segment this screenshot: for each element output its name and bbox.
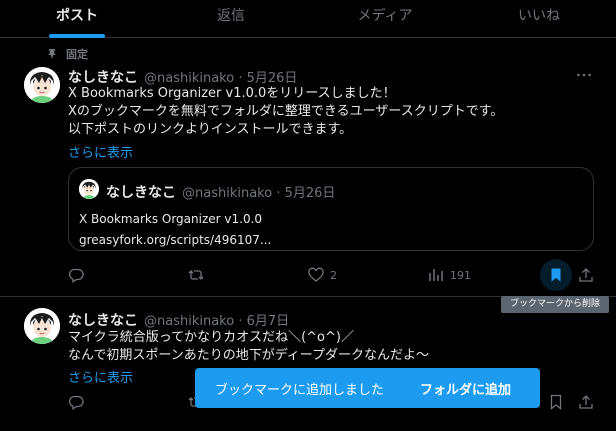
- tab-replies[interactable]: 返信: [154, 0, 308, 37]
- bookmark-toast: ブックマークに追加しました フォルダに追加: [195, 368, 540, 408]
- bookmark-icon: [550, 394, 562, 410]
- active-tab-indicator: [49, 34, 105, 38]
- post-text-line: X Bookmarks Organizer v1.0.0をリリースしました！: [68, 86, 396, 101]
- tab-replies-label: 返信: [217, 8, 245, 24]
- bookmark-filled-icon: [551, 268, 561, 282]
- like-button[interactable]: 2: [308, 267, 337, 283]
- tab-likes-label: いいね: [518, 8, 560, 24]
- reply-icon: [68, 395, 84, 410]
- tab-media-label: メディア: [357, 8, 413, 24]
- post-actions: 2 191: [68, 259, 593, 291]
- reply-icon: [68, 268, 84, 283]
- post-header: なしきなこ @nashikinako · 5月26日: [68, 67, 297, 87]
- post[interactable]: なしきなこ @nashikinako · 6月7日 マイクラ統合版ってかなりカオ…: [0, 298, 616, 431]
- toast-message: ブックマークに追加しました: [215, 382, 385, 398]
- author-handle-date[interactable]: @nashikinako · 5月26日: [144, 67, 297, 86]
- post-text-line: 以下ポストのリンクよりインストールできます。: [68, 122, 353, 137]
- quoted-handle-date: @nashikinako · 5月26日: [182, 186, 336, 201]
- post-text: X Bookmarks Organizer v1.0.0をリリースしました！ X…: [68, 85, 503, 139]
- tab-media[interactable]: メディア: [308, 0, 462, 37]
- show-more-link[interactable]: さらに表示: [68, 367, 133, 386]
- quoted-text-line: X Bookmarks Organizer v1.0.0: [79, 212, 263, 226]
- bookmark-button[interactable]: [548, 394, 564, 410]
- add-to-folder-button[interactable]: フォルダに追加: [420, 379, 511, 398]
- bookmark-button[interactable]: [540, 259, 572, 291]
- avatar[interactable]: [24, 67, 60, 103]
- reply-button[interactable]: [68, 267, 84, 283]
- post-text-line: マイクラ統合版ってかなりカオスだね＼(^o^)／: [68, 330, 354, 345]
- quoted-header: なしきなこ @nashikinako · 5月26日: [106, 182, 335, 202]
- reply-button[interactable]: [68, 394, 84, 410]
- post-text: マイクラ統合版ってかなりカオスだね＼(^o^)／ なんで初期スポーンあたりの地下…: [68, 329, 429, 365]
- tab-posts-label: ポスト: [56, 8, 98, 24]
- pinned-post[interactable]: 固定 なしきなこ @nashikinako · 5月26日 X Bookmark…: [0, 39, 616, 297]
- author-name[interactable]: なしきなこ: [68, 67, 138, 87]
- author-handle-date[interactable]: @nashikinako · 6月7日: [144, 310, 289, 329]
- pinned-indicator: 固定: [46, 46, 88, 62]
- avatar[interactable]: [24, 308, 60, 344]
- share-button[interactable]: [578, 394, 594, 410]
- quoted-author-name: なしきなこ: [106, 185, 176, 201]
- share-icon: [579, 395, 593, 409]
- share-icon: [579, 268, 593, 282]
- quoted-post[interactable]: なしきなこ @nashikinako · 5月26日 X Bookmarks O…: [68, 167, 594, 251]
- heart-icon: [308, 267, 324, 282]
- repost-button[interactable]: [188, 267, 204, 283]
- tab-likes[interactable]: いいね: [462, 0, 616, 37]
- quoted-text: X Bookmarks Organizer v1.0.0 greasyfork.…: [79, 209, 271, 251]
- more-icon: [577, 73, 591, 77]
- tab-posts[interactable]: ポスト: [0, 0, 154, 38]
- post-header: なしきなこ @nashikinako · 6月7日: [68, 310, 289, 330]
- profile-tabs: ポスト 返信 メディア いいね: [0, 0, 616, 38]
- quoted-avatar: [79, 179, 99, 199]
- author-name[interactable]: なしきなこ: [68, 310, 138, 330]
- like-count: 2: [330, 268, 337, 282]
- repost-icon: [188, 270, 204, 280]
- quoted-link-text: greasyfork.org/scripts/496107...: [79, 233, 272, 247]
- share-button[interactable]: [578, 267, 594, 283]
- views-button[interactable]: 191: [428, 267, 471, 283]
- pin-icon: [46, 48, 58, 60]
- post-text-line: なんで初期スポーンあたりの地下がディープダークなんだよ～: [68, 348, 430, 363]
- view-count: 191: [450, 268, 471, 282]
- more-options-button[interactable]: [574, 67, 594, 83]
- pinned-label: 固定: [66, 48, 88, 61]
- show-more-link[interactable]: さらに表示: [68, 142, 133, 161]
- analytics-icon: [429, 269, 443, 281]
- post-text-line: Xのブックマークを無料でフォルダに整理できるユーザースクリプトです。: [68, 104, 504, 119]
